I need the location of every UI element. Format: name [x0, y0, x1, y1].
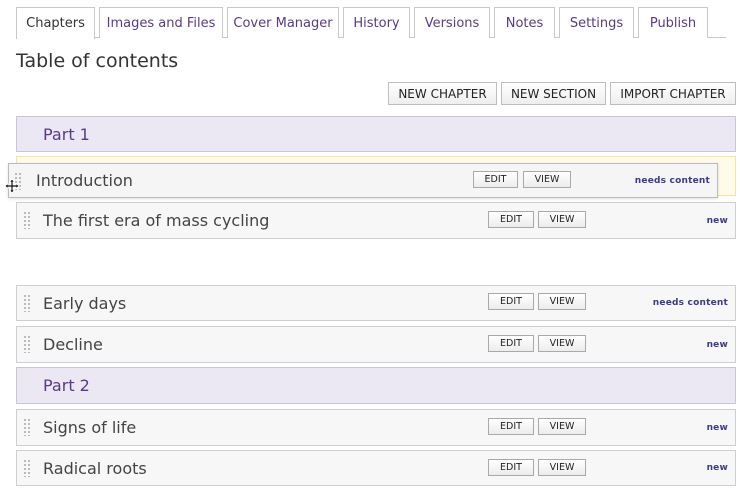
tab-images-and-files[interactable]: Images and Files [99, 7, 223, 38]
drag-handle-icon[interactable] [23, 418, 31, 436]
new-section-button[interactable]: NEW SECTION [501, 82, 606, 105]
tab-notes[interactable]: Notes [494, 7, 555, 38]
toc-chapter-row[interactable]: Signs of life EDIT VIEW new [16, 409, 736, 446]
drag-handle-icon[interactable] [23, 211, 31, 229]
status-badge: needs content [634, 175, 710, 186]
chapter-title: The first era of mass cycling [43, 211, 270, 230]
tab-versions[interactable]: Versions [414, 7, 490, 38]
toc-chapter-row[interactable]: Radical roots EDIT VIEW new [16, 450, 736, 486]
view-button[interactable]: VIEW [538, 293, 586, 310]
chapter-title: Signs of life [43, 418, 137, 437]
drag-handle-icon[interactable] [23, 294, 31, 312]
chapter-title: Introduction [36, 171, 133, 190]
status-badge: new [706, 463, 728, 473]
import-chapter-button[interactable]: IMPORT CHAPTER [610, 82, 736, 105]
toc-chapter-row[interactable]: Early days EDIT VIEW needs content [16, 285, 736, 321]
drag-handle-icon[interactable] [23, 335, 31, 353]
edit-button[interactable]: EDIT [488, 211, 534, 228]
dragging-chapter-row[interactable]: Introduction EDIT VIEW needs content [8, 163, 718, 198]
chapter-title: Decline [43, 335, 103, 354]
tab-history[interactable]: History [343, 7, 410, 38]
view-button[interactable]: VIEW [538, 418, 586, 435]
tab-bar: Chapters Images and Files Cover Manager … [16, 7, 726, 39]
tab-chapters[interactable]: Chapters [16, 7, 95, 39]
view-button[interactable]: VIEW [538, 459, 586, 476]
tab-cover-manager[interactable]: Cover Manager [227, 7, 339, 38]
drag-handle-icon[interactable] [23, 459, 31, 477]
view-button[interactable]: VIEW [538, 211, 586, 228]
chapter-title: Early days [43, 293, 127, 313]
toc-chapter-row[interactable]: The first era of mass cycling EDIT VIEW … [16, 202, 736, 239]
status-badge: new [706, 422, 728, 433]
view-button[interactable]: VIEW [523, 171, 571, 188]
status-badge: new [706, 339, 728, 350]
status-badge: new [706, 215, 728, 226]
tab-publish[interactable]: Publish [638, 7, 708, 38]
status-badge: needs content [652, 298, 728, 308]
edit-button[interactable]: EDIT [488, 459, 534, 476]
move-cursor-icon [4, 178, 20, 194]
new-chapter-button[interactable]: NEW CHAPTER [388, 82, 497, 105]
chapter-title: Radical roots [43, 458, 147, 478]
tab-settings[interactable]: Settings [559, 7, 634, 38]
part-title: Part 2 [43, 376, 90, 395]
view-button[interactable]: VIEW [538, 335, 586, 352]
edit-button[interactable]: EDIT [473, 171, 518, 188]
toc-chapter-row[interactable]: Decline EDIT VIEW new [16, 326, 736, 363]
toc-part-row[interactable]: Part 1 [16, 116, 736, 152]
page-title: Table of contents [16, 50, 179, 72]
edit-button[interactable]: EDIT [488, 335, 534, 352]
part-title: Part 1 [43, 124, 90, 144]
edit-button[interactable]: EDIT [488, 418, 534, 435]
toc-part-row[interactable]: Part 2 [16, 367, 736, 404]
edit-button[interactable]: EDIT [488, 293, 534, 310]
